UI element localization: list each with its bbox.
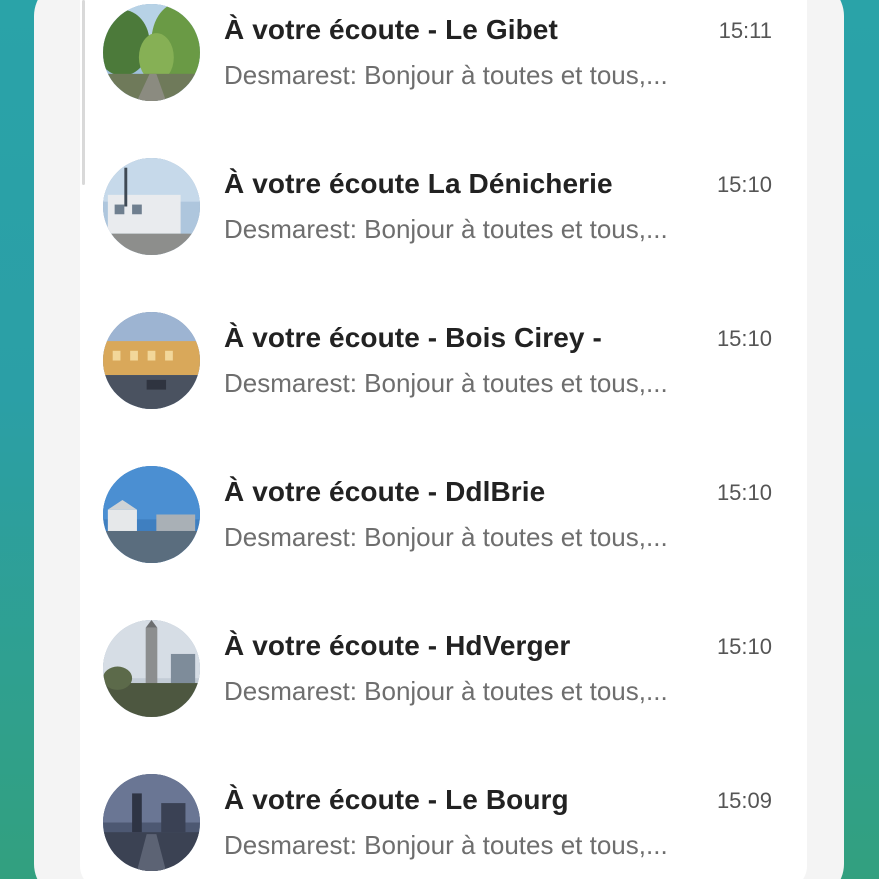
group-avatar-icon — [103, 4, 200, 101]
group-avatar-icon — [103, 466, 200, 563]
conversation-time: 15:10 — [716, 634, 772, 659]
conversation-item[interactable]: À votre écoute - Le Bourg 15:09 Desmares… — [100, 770, 790, 879]
conversation-preview: Desmarest: Bonjour à toutes et tous,... — [224, 60, 668, 90]
group-avatar-icon — [103, 158, 200, 255]
group-avatar-icon — [103, 774, 200, 871]
group-avatar-icon — [103, 312, 200, 409]
conversation-preview: Desmarest: Bonjour à toutes et tous,... — [224, 830, 668, 860]
group-avatar-icon — [103, 620, 200, 717]
conversation-item[interactable]: À votre écoute - Le Gibet 15:11 Desmares… — [100, 0, 790, 110]
conversation-item[interactable]: À votre écoute La Dénicherie 15:10 Desma… — [100, 154, 790, 264]
conversation-preview: Desmarest: Bonjour à toutes et tous,... — [224, 522, 668, 552]
conversation-list: À votre écoute - Le Gibet 15:11 Desmares… — [0, 0, 879, 879]
conversation-preview: Desmarest: Bonjour à toutes et tous,... — [224, 368, 668, 398]
conversation-item[interactable]: À votre écoute - Bois Cirey - 15:10 Desm… — [100, 308, 790, 418]
conversation-title: À votre écoute - DdlBrie — [224, 476, 546, 507]
conversation-title: À votre écoute - Le Bourg — [224, 784, 569, 815]
conversation-preview: Desmarest: Bonjour à toutes et tous,... — [224, 214, 668, 244]
conversation-item[interactable]: À votre écoute - DdlBrie 15:10 Desmarest… — [100, 462, 790, 572]
conversation-title: À votre écoute - Le Gibet — [224, 14, 558, 45]
conversation-time: 15:10 — [716, 480, 772, 505]
conversation-time: 15:09 — [716, 788, 772, 813]
conversation-time: 15:11 — [718, 18, 772, 43]
conversation-title: À votre écoute - HdVerger — [224, 630, 571, 661]
conversation-title: À votre écoute La Dénicherie — [224, 168, 613, 199]
conversation-time: 15:10 — [716, 326, 772, 351]
conversation-item[interactable]: À votre écoute - HdVerger 15:10 Desmares… — [100, 616, 790, 726]
conversation-title: À votre écoute - Bois Cirey - — [224, 322, 602, 353]
conversation-preview: Desmarest: Bonjour à toutes et tous,... — [224, 676, 668, 706]
conversation-time: 15:10 — [716, 172, 772, 197]
